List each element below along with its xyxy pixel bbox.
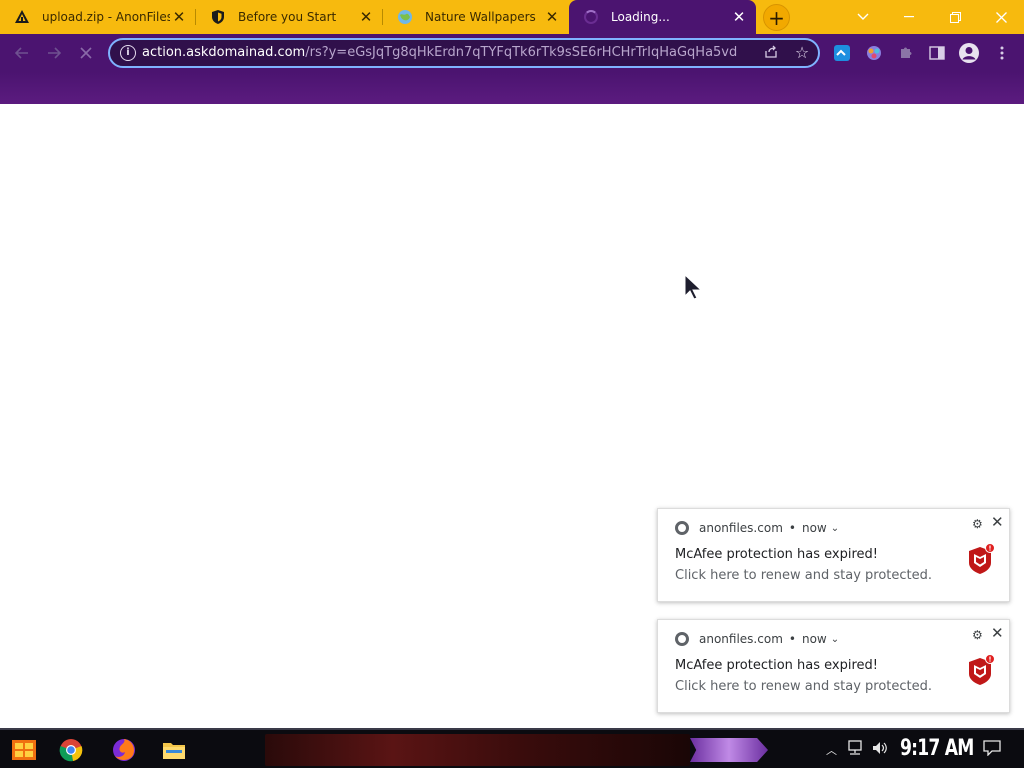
- notification-title: McAfee protection has expired!: [675, 547, 878, 562]
- minimize-button[interactable]: [886, 0, 932, 34]
- volume-icon[interactable]: [871, 740, 889, 760]
- notification-message: Click here to renew and stay protected.: [675, 679, 933, 694]
- taskbar: ︿ 9:17 AM: [0, 728, 1024, 768]
- tab-close-icon[interactable]: ✕: [357, 8, 375, 26]
- start-button[interactable]: [10, 736, 38, 764]
- restore-icon: [949, 11, 961, 23]
- notification-time: now: [801, 521, 827, 535]
- tab-anonfiles[interactable]: upload.zip - AnonFiles ✕: [0, 0, 196, 34]
- network-icon[interactable]: [846, 740, 864, 760]
- url-text[interactable]: action.askdomainad.com/rs?y=eGsJqTg8qHkE…: [142, 45, 754, 60]
- tab-strip: upload.zip - AnonFiles ✕ Before you Star…: [0, 0, 1024, 34]
- bookmarks-bar: [0, 72, 1024, 104]
- chevron-down-icon[interactable]: ⌄: [831, 634, 839, 645]
- notification-message: Click here to renew and stay protected.: [675, 568, 933, 583]
- extensions-puzzle-icon[interactable]: [895, 42, 917, 64]
- restore-button[interactable]: [932, 0, 978, 34]
- chrome-icon: [59, 739, 83, 762]
- globe-icon: [397, 9, 413, 25]
- bookmark-star-icon[interactable]: ☆: [792, 43, 812, 63]
- back-arrow-icon: [15, 47, 28, 59]
- loading-spinner-icon: [583, 9, 599, 25]
- tab-search-button[interactable]: [840, 0, 886, 34]
- tab-title: Nature Wallpapers: [425, 10, 536, 24]
- notification-origin: anonfiles.com: [699, 632, 783, 646]
- taskbar-decoration: [265, 734, 690, 766]
- tab-title: Before you Start: [238, 10, 337, 24]
- url-host: action.askdomainad.com: [142, 45, 306, 60]
- address-bar[interactable]: i action.askdomainad.com/rs?y=eGsJqTg8qH…: [108, 38, 820, 68]
- taskbar-chrome[interactable]: [57, 736, 85, 764]
- share-icon[interactable]: [762, 45, 780, 63]
- profile-avatar-icon[interactable]: [958, 42, 980, 64]
- taskbar-decoration-arrow: [690, 738, 768, 762]
- tab-title: upload.zip - AnonFiles: [42, 10, 170, 24]
- chrome-logo-icon: [675, 632, 689, 646]
- gear-icon[interactable]: ⚙: [972, 517, 983, 531]
- chrome-logo-icon: [675, 521, 689, 535]
- mcafee-shield-icon: [966, 654, 996, 686]
- plus-icon: +: [768, 5, 785, 30]
- tab-close-icon[interactable]: ✕: [730, 8, 748, 26]
- notification-separator: •: [788, 632, 796, 646]
- taskbar-clock[interactable]: 9:17 AM: [900, 736, 974, 761]
- new-tab-button[interactable]: +: [763, 4, 790, 31]
- menu-kebab-icon[interactable]: [991, 42, 1013, 64]
- tab-nature-wallpapers[interactable]: Nature Wallpapers ✕: [383, 0, 569, 34]
- tab-title: Loading...: [611, 10, 670, 24]
- url-path: /rs?y=eGsJqTg8qHkErdn7qTYFqTk6rTk9sSE6rH…: [305, 45, 738, 60]
- close-icon[interactable]: ✕: [991, 624, 1004, 642]
- minimize-icon: [904, 16, 914, 18]
- chevron-down-icon: [857, 13, 869, 20]
- extension-colorful-icon[interactable]: [863, 42, 885, 64]
- back-button[interactable]: [10, 41, 34, 65]
- taskbar-firefox[interactable]: [110, 736, 138, 764]
- tab-close-icon[interactable]: ✕: [170, 8, 188, 26]
- tab-loading[interactable]: Loading... ✕: [569, 0, 756, 34]
- tab-close-icon[interactable]: ✕: [543, 8, 561, 26]
- extension-blue-icon[interactable]: [831, 42, 853, 64]
- close-window-button[interactable]: [978, 0, 1024, 34]
- tab-before-you-start[interactable]: Before you Start ✕: [196, 0, 383, 34]
- site-info-icon[interactable]: i: [120, 45, 136, 61]
- mcafee-shield-icon: [966, 543, 996, 575]
- forward-button[interactable]: [42, 41, 66, 65]
- browser-toolbar: i action.askdomainad.com/rs?y=eGsJqTg8qH…: [0, 34, 1024, 72]
- notification-header: anonfiles.com • now ⌄: [675, 632, 839, 646]
- action-center-icon[interactable]: [983, 740, 1001, 760]
- close-icon: [995, 11, 1007, 23]
- chevron-down-icon[interactable]: ⌄: [831, 523, 839, 534]
- taskbar-file-explorer[interactable]: [160, 736, 188, 764]
- notification-time: now: [801, 632, 827, 646]
- stop-icon: [80, 47, 92, 59]
- notification-separator: •: [788, 521, 796, 535]
- notification-title: McAfee protection has expired!: [675, 658, 878, 673]
- gear-icon[interactable]: ⚙: [972, 628, 983, 642]
- close-icon[interactable]: ✕: [991, 513, 1004, 531]
- firefox-icon: [113, 739, 135, 761]
- notification-header: anonfiles.com • now ⌄: [675, 521, 839, 535]
- shield-icon: [210, 9, 226, 25]
- folder-icon: [163, 743, 185, 759]
- mouse-cursor-icon: [684, 273, 704, 304]
- notification-toast[interactable]: anonfiles.com • now ⌄ ⚙ ✕ McAfee protect…: [657, 508, 1010, 602]
- side-panel-icon[interactable]: [926, 42, 948, 64]
- stop-button[interactable]: [74, 41, 98, 65]
- notification-toast[interactable]: anonfiles.com • now ⌄ ⚙ ✕ McAfee protect…: [657, 619, 1010, 713]
- forward-arrow-icon: [48, 47, 61, 59]
- anonfiles-icon: [14, 9, 30, 25]
- tray-overflow-chevron-icon[interactable]: ︿: [826, 742, 837, 758]
- start-logo-icon: [12, 740, 36, 760]
- notification-origin: anonfiles.com: [699, 521, 783, 535]
